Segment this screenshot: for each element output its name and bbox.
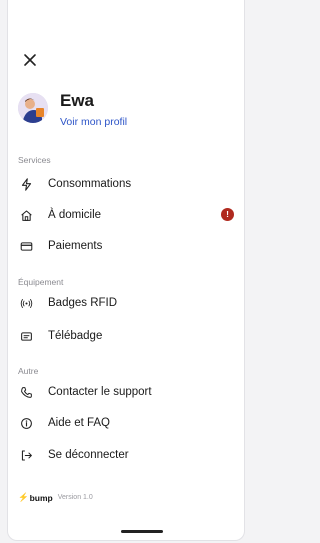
lightning-icon: [18, 176, 34, 192]
section-other: Autre: [18, 366, 39, 376]
menu-item-paiements[interactable]: Paiements: [18, 235, 236, 257]
alert-badge: !: [221, 208, 234, 221]
view-profile-link[interactable]: Voir mon profil: [60, 116, 127, 128]
close-icon[interactable]: [22, 52, 38, 68]
menu-item-label: À domicile: [48, 209, 102, 221]
bolt-icon: ⚡: [18, 492, 29, 502]
side-menu: Ewa Voir mon profil Services Consommatio…: [7, 0, 245, 541]
info-icon: [18, 415, 34, 431]
menu-item-consommations[interactable]: Consommations: [18, 173, 236, 195]
menu-item-label: Se déconnecter: [48, 449, 129, 461]
telebadge-icon: [18, 328, 34, 344]
credit-card-icon: [18, 238, 34, 254]
menu-item-label: Paiements: [48, 240, 103, 252]
menu-item-support[interactable]: Contacter le support: [18, 381, 236, 403]
menu-item-label: Télébadge: [48, 330, 103, 342]
app-version: Version 1.0: [57, 494, 93, 501]
menu-item-label: Badges RFID: [48, 297, 118, 309]
brand-logo: bump: [29, 492, 53, 503]
home-icon: [18, 207, 34, 223]
logout-icon: [18, 447, 34, 463]
menu-item-label: Consommations: [48, 178, 132, 190]
phone-icon: [18, 384, 34, 400]
section-equipment: Équipement: [18, 277, 64, 287]
profile-name: Ewa: [60, 91, 95, 110]
menu-item-faq[interactable]: Aide et FAQ: [18, 412, 236, 434]
brand-footer: ⚡ bump Version 1.0: [18, 492, 93, 503]
avatar[interactable]: [18, 93, 48, 123]
menu-item-label: Aide et FAQ: [48, 417, 111, 429]
section-services: Services: [18, 155, 51, 165]
menu-item-logout[interactable]: Se déconnecter: [18, 444, 236, 466]
menu-item-badges-rfid[interactable]: Badges RFID: [18, 292, 236, 314]
rfid-icon: [18, 295, 34, 311]
menu-item-label: Contacter le support: [48, 386, 152, 398]
menu-item-a-domicile[interactable]: À domicile !: [18, 204, 236, 226]
home-indicator[interactable]: [121, 530, 163, 533]
menu-item-telebadge[interactable]: Télébadge: [18, 325, 236, 347]
profile-avatar-wrap[interactable]: [18, 93, 48, 123]
